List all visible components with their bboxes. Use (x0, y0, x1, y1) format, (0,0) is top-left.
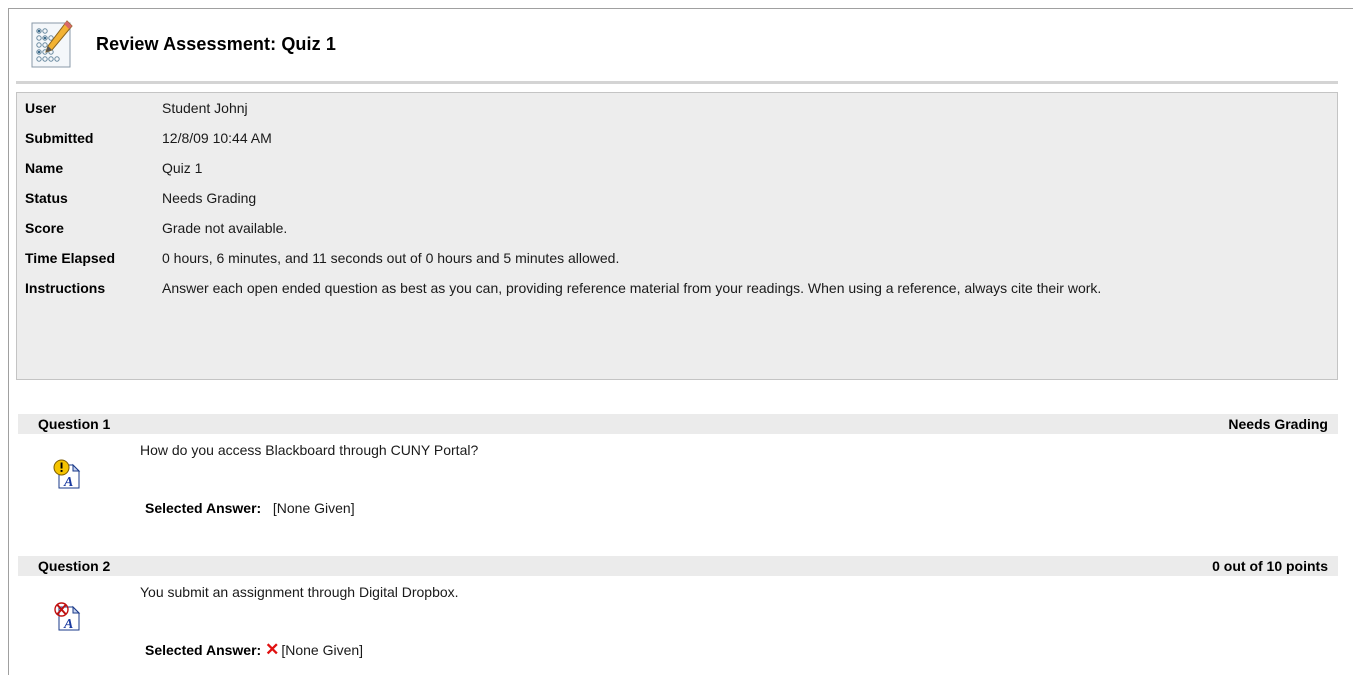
info-label: Instructions (25, 280, 106, 296)
selected-answer-label: Selected Answer: (145, 500, 262, 516)
info-value: 0 hours, 6 minutes, and 11 seconds out o… (162, 250, 620, 266)
page-title: Review Assessment: Quiz 1 (96, 33, 336, 54)
info-label: User (25, 100, 57, 116)
info-label: Status (25, 190, 68, 206)
assessment-icon (31, 20, 73, 68)
submission-info-table: User Student Johnj Submitted 12/8/09 10:… (17, 100, 1111, 296)
info-row-name: Name Quiz 1 (17, 160, 1111, 190)
info-row-time-elapsed: Time Elapsed 0 hours, 6 minutes, and 11 … (17, 250, 1111, 280)
info-value: Quiz 1 (162, 160, 203, 176)
info-row-user: User Student Johnj (17, 100, 1111, 130)
incorrect-mark-icon: ✕ (265, 640, 280, 659)
info-value: 12/8/09 10:44 AM (162, 130, 272, 146)
svg-text:A: A (63, 617, 73, 631)
incorrect-icon: A (54, 602, 81, 631)
svg-text:A: A (63, 475, 73, 489)
info-value: Needs Grading (162, 190, 257, 206)
info-value: Grade not available. (162, 220, 288, 236)
question-label: Question 2 (38, 558, 111, 574)
question-text: How do you access Blackboard through CUN… (140, 442, 479, 458)
info-label: Time Elapsed (25, 250, 116, 266)
question-label: Question 1 (38, 416, 111, 432)
info-value: Answer each open ended question as best … (162, 280, 1102, 296)
question-header: Question 1 Needs Grading (18, 414, 1338, 434)
info-row-status: Status Needs Grading (17, 190, 1111, 220)
needs-grading-icon: A (53, 459, 81, 489)
selected-answer: Selected Answer: ✕ [None Given] (145, 640, 363, 660)
info-label: Score (25, 220, 64, 236)
question-status: Needs Grading (1228, 416, 1328, 432)
info-value: Student Johnj (162, 100, 248, 116)
submission-info-panel: User Student Johnj Submitted 12/8/09 10:… (16, 92, 1338, 380)
page-header: Review Assessment: Quiz 1 (30, 16, 336, 72)
selected-answer-value: [None Given] (281, 642, 364, 658)
question-text: You submit an assignment through Digital… (140, 584, 459, 600)
info-row-score: Score Grade not available. (17, 220, 1111, 250)
info-row-submitted: Submitted 12/8/09 10:44 AM (17, 130, 1111, 160)
info-label: Name (25, 160, 64, 176)
selected-answer: Selected Answer: [None Given] (145, 500, 355, 516)
header-divider (16, 81, 1338, 84)
info-label: Submitted (25, 130, 94, 146)
selected-answer-label: Selected Answer: (145, 642, 262, 658)
question-header: Question 2 0 out of 10 points (18, 556, 1338, 576)
info-row-instructions: Instructions Answer each open ended ques… (17, 280, 1111, 296)
question-status: 0 out of 10 points (1212, 558, 1328, 574)
selected-answer-value: [None Given] (272, 500, 355, 516)
